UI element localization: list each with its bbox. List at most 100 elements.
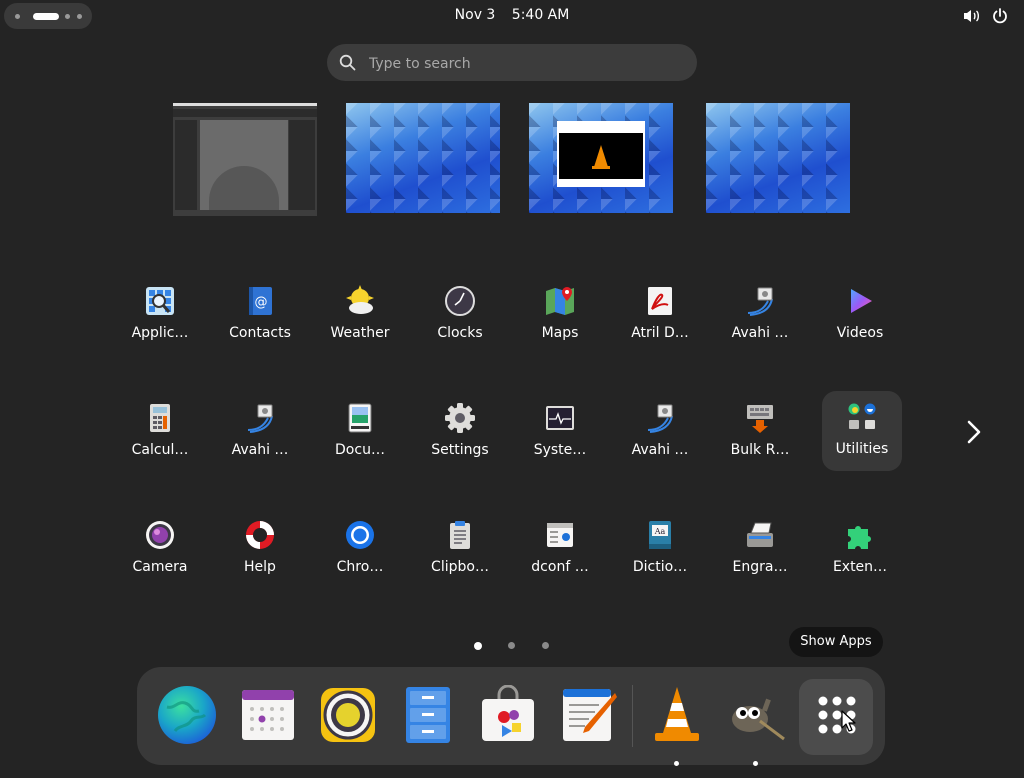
date-label: Nov 3 bbox=[454, 7, 496, 23]
atril-document-viewer-icon bbox=[648, 287, 672, 315]
app-label: Settings bbox=[431, 442, 489, 458]
svg-text:@: @ bbox=[255, 295, 268, 310]
app-label: Calcul… bbox=[131, 442, 189, 458]
weather-icon bbox=[346, 285, 374, 314]
app-document-scanner[interactable]: Docu… bbox=[310, 396, 410, 476]
gimp-toolbox bbox=[175, 120, 197, 210]
app-avahi-3[interactable]: Avahi … bbox=[610, 396, 710, 476]
avahi-browser-icon bbox=[647, 404, 673, 433]
speaker-music-icon bbox=[321, 688, 375, 742]
app-contacts[interactable]: @ Contacts bbox=[210, 279, 310, 359]
app-help[interactable]: Help bbox=[210, 513, 310, 593]
calculator-icon bbox=[150, 404, 170, 432]
app-application-finder[interactable]: Applic… bbox=[110, 279, 210, 359]
app-avahi-2[interactable]: Avahi … bbox=[210, 396, 310, 476]
app-clipboard[interactable]: Clipbo… bbox=[410, 513, 510, 593]
clock-icon bbox=[445, 286, 475, 316]
app-chromium[interactable]: Chro… bbox=[310, 513, 410, 593]
app-label: Syste… bbox=[533, 442, 587, 458]
help-lifebuoy-icon bbox=[246, 521, 274, 549]
chromium-icon bbox=[346, 521, 374, 549]
dock-browser[interactable] bbox=[149, 679, 223, 755]
app-extensions[interactable]: Exten… bbox=[810, 513, 910, 593]
dock-rhythmbox[interactable] bbox=[310, 679, 384, 755]
app-label: Chro… bbox=[336, 559, 384, 575]
app-label: Utilities bbox=[835, 441, 889, 457]
svg-text:Aa: Aa bbox=[654, 527, 666, 536]
app-maps[interactable]: Maps bbox=[510, 279, 610, 359]
gimp-dock bbox=[289, 120, 315, 210]
videos-play-icon bbox=[851, 289, 872, 313]
dock-files[interactable] bbox=[390, 679, 464, 755]
app-label: Docu… bbox=[335, 442, 385, 458]
dock-text-editor[interactable] bbox=[551, 679, 625, 755]
calendar-icon bbox=[242, 690, 294, 740]
app-weather[interactable]: Weather bbox=[310, 279, 410, 359]
dconf-editor-icon bbox=[547, 523, 573, 547]
app-folder-utilities[interactable]: Utilities bbox=[822, 391, 902, 471]
app-camera[interactable]: Camera bbox=[110, 513, 210, 593]
time-label: 5:40 AM bbox=[511, 7, 570, 23]
software-store-bag-icon bbox=[482, 685, 534, 741]
app-engrampa[interactable]: Engra… bbox=[710, 513, 810, 593]
search-input[interactable] bbox=[367, 52, 681, 76]
dock-gimp[interactable] bbox=[718, 679, 792, 766]
system-monitor-icon bbox=[546, 406, 574, 430]
next-page-chevron-icon[interactable] bbox=[962, 418, 986, 446]
camera-lens-icon bbox=[146, 521, 174, 549]
app-calculator[interactable]: Calcul… bbox=[110, 396, 210, 476]
app-system-monitor[interactable]: Syste… bbox=[510, 396, 610, 476]
app-label: Contacts bbox=[229, 325, 291, 341]
page-indicator-1[interactable] bbox=[474, 642, 482, 650]
document-scanner-icon bbox=[348, 403, 372, 433]
vlc-video-area bbox=[559, 133, 643, 179]
file-cabinet-icon bbox=[406, 687, 450, 743]
app-label: Clipbo… bbox=[431, 559, 489, 575]
workspace-thumbnail-2[interactable] bbox=[346, 103, 500, 213]
volume-icon[interactable] bbox=[963, 8, 981, 24]
app-clocks[interactable]: Clocks bbox=[410, 279, 510, 359]
app-label: Applic… bbox=[131, 325, 189, 341]
app-label: Clocks bbox=[437, 325, 483, 341]
app-label: Camera bbox=[132, 559, 188, 575]
app-videos[interactable]: Videos bbox=[810, 279, 910, 359]
vlc-cone-icon bbox=[592, 145, 610, 169]
gimp-wilber-icon bbox=[732, 698, 785, 741]
gimp-toolbar bbox=[173, 109, 317, 117]
avahi-browser-icon bbox=[247, 404, 273, 433]
bulk-rename-icon bbox=[747, 405, 773, 433]
app-settings[interactable]: Settings bbox=[410, 396, 510, 476]
page-indicator-2[interactable] bbox=[508, 642, 515, 649]
search-bar[interactable] bbox=[327, 44, 697, 81]
app-label: Maps bbox=[541, 325, 579, 341]
app-dictionary[interactable]: Aa Dictio… bbox=[610, 513, 710, 593]
app-label: Engra… bbox=[732, 559, 788, 575]
dock-software[interactable] bbox=[470, 679, 544, 755]
show-apps-button[interactable] bbox=[799, 679, 873, 755]
app-dconf-editor[interactable]: dconf … bbox=[510, 513, 610, 593]
dock-calendar[interactable] bbox=[230, 679, 304, 755]
running-indicator bbox=[753, 761, 758, 766]
workspace-thumbnail-4[interactable] bbox=[706, 103, 850, 213]
workspace-thumbnail-3[interactable] bbox=[529, 103, 673, 213]
dock bbox=[137, 667, 885, 766]
app-label: Weather bbox=[330, 325, 390, 341]
app-label: Avahi … bbox=[231, 442, 289, 458]
app-label: Atril D… bbox=[631, 325, 689, 341]
extensions-puzzle-icon bbox=[848, 526, 871, 549]
workspace-thumbnail-1[interactable] bbox=[173, 103, 317, 216]
app-atril[interactable]: Atril D… bbox=[610, 279, 710, 359]
app-avahi-1[interactable]: Avahi … bbox=[710, 279, 810, 359]
engrampa-archive-icon bbox=[747, 522, 773, 547]
running-indicator bbox=[674, 761, 679, 766]
date-time[interactable]: Nov 3 5:40 AM bbox=[0, 7, 1024, 23]
contacts-icon: @ bbox=[249, 287, 272, 315]
page-indicator-3[interactable] bbox=[542, 642, 549, 649]
dock-vlc[interactable] bbox=[639, 679, 713, 766]
avahi-browser-icon bbox=[747, 287, 773, 316]
power-icon[interactable] bbox=[992, 8, 1008, 24]
mouse-cursor-icon bbox=[841, 710, 856, 732]
app-label: Bulk R… bbox=[730, 442, 790, 458]
app-bulk-rename[interactable]: Bulk R… bbox=[710, 396, 810, 476]
app-label: Avahi … bbox=[631, 442, 689, 458]
